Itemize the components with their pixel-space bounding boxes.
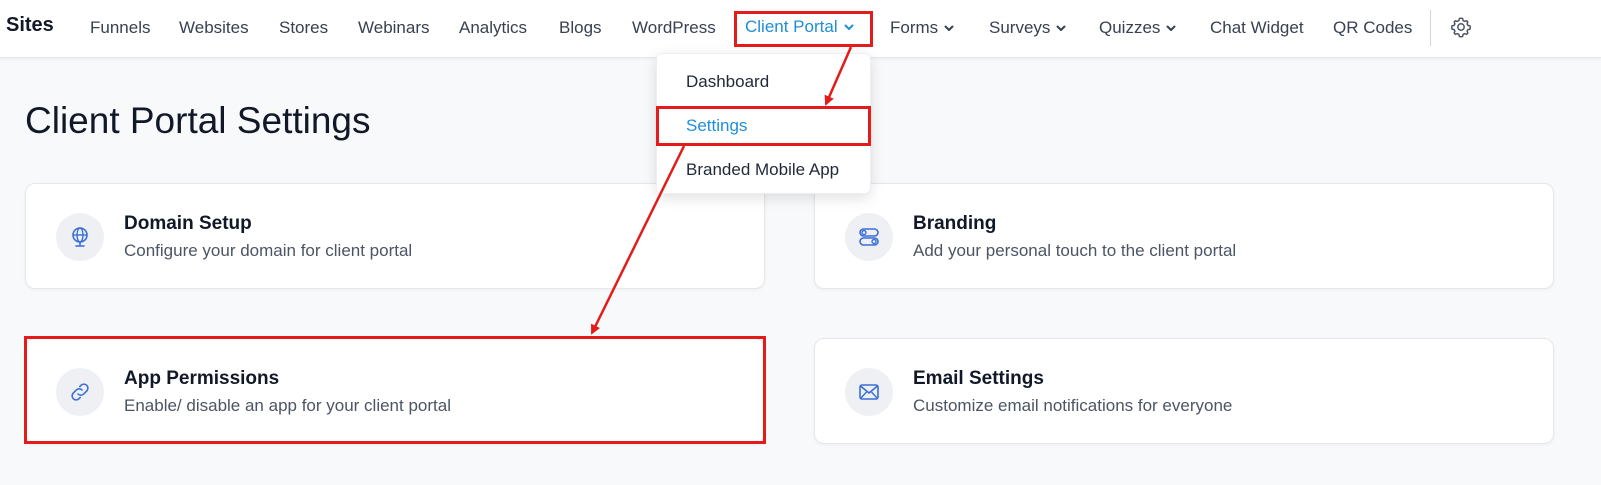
nav-stores[interactable]: Stores [279, 18, 328, 38]
nav-label: Blogs [559, 18, 602, 37]
card-app-permissions[interactable]: App Permissions Enable/ disable an app f… [25, 338, 765, 444]
nav-blogs[interactable]: Blogs [559, 18, 602, 38]
globe-icon [72, 227, 88, 247]
nav-client-portal[interactable]: Client Portal [745, 17, 854, 37]
card-icon-wrapper [845, 213, 893, 261]
nav-label: Surveys [989, 18, 1051, 37]
page-title: Client Portal Settings [25, 100, 371, 141]
envelope-icon [859, 384, 879, 400]
nav-label: Quizzes [1099, 18, 1161, 37]
nav-websites[interactable]: Websites [179, 18, 249, 38]
nav-label: WordPress [632, 18, 716, 37]
nav-label: Websites [179, 18, 249, 37]
nav-qr-codes[interactable]: QR Codes [1333, 18, 1412, 38]
toggles-icon [859, 228, 879, 246]
card-icon-wrapper [845, 368, 893, 416]
link-icon [71, 383, 89, 401]
nav-label: Stores [279, 18, 329, 37]
top-navigation-bar: Sites Funnels Websites Stores Webinars A… [0, 0, 1601, 58]
nav-label: Funnels [90, 18, 151, 37]
card-description: Customize email notifications for everyo… [913, 396, 1233, 415]
card-description: Add your personal touch to the client po… [913, 241, 1237, 260]
nav-label: Client Portal [745, 17, 838, 36]
nav-divider [1430, 10, 1431, 46]
card-description: Configure your domain for client portal [124, 241, 413, 260]
dropdown-item-settings[interactable]: Settings [686, 116, 747, 136]
card-icon-wrapper [56, 368, 104, 416]
nav-analytics[interactable]: Analytics [459, 18, 527, 38]
nav-label: Forms [890, 18, 939, 37]
dropdown-item-branded-mobile-app[interactable]: Branded Mobile App [686, 160, 839, 180]
nav-label: Chat Widget [1210, 18, 1304, 37]
gear-icon[interactable] [1449, 15, 1473, 39]
card-branding[interactable]: Branding Add your personal touch to the … [814, 183, 1554, 289]
card-description: Enable/ disable an app for your client p… [124, 396, 451, 415]
chevron-down-icon [1166, 25, 1176, 31]
chevron-down-icon [1056, 25, 1066, 31]
nav-label: Analytics [459, 18, 528, 37]
chevron-down-icon [944, 25, 954, 31]
nav-label: Webinars [358, 18, 430, 37]
nav-funnels[interactable]: Funnels [90, 18, 150, 38]
client-portal-dropdown: Dashboard Settings Branded Mobile App [656, 53, 871, 194]
card-domain-setup[interactable]: Domain Setup Configure your domain for c… [25, 183, 765, 289]
card-email-settings[interactable]: Email Settings Customize email notificat… [814, 338, 1554, 444]
card-title: Domain Setup [124, 213, 252, 234]
nav-webinars[interactable]: Webinars [358, 18, 430, 38]
nav-surveys[interactable]: Surveys [989, 18, 1066, 38]
card-icon-wrapper [56, 213, 104, 261]
nav-label: QR Codes [1333, 18, 1413, 37]
nav-forms[interactable]: Forms [890, 18, 954, 38]
card-title: App Permissions [124, 368, 280, 389]
nav-quizzes[interactable]: Quizzes [1099, 18, 1176, 38]
chevron-down-icon [844, 24, 854, 30]
card-title: Branding [913, 213, 997, 234]
brand-title: Sites [6, 14, 54, 36]
dropdown-item-dashboard[interactable]: Dashboard [686, 72, 769, 92]
nav-chat-widget[interactable]: Chat Widget [1210, 18, 1304, 38]
nav-wordpress[interactable]: WordPress [632, 18, 716, 38]
card-title: Email Settings [913, 368, 1044, 389]
